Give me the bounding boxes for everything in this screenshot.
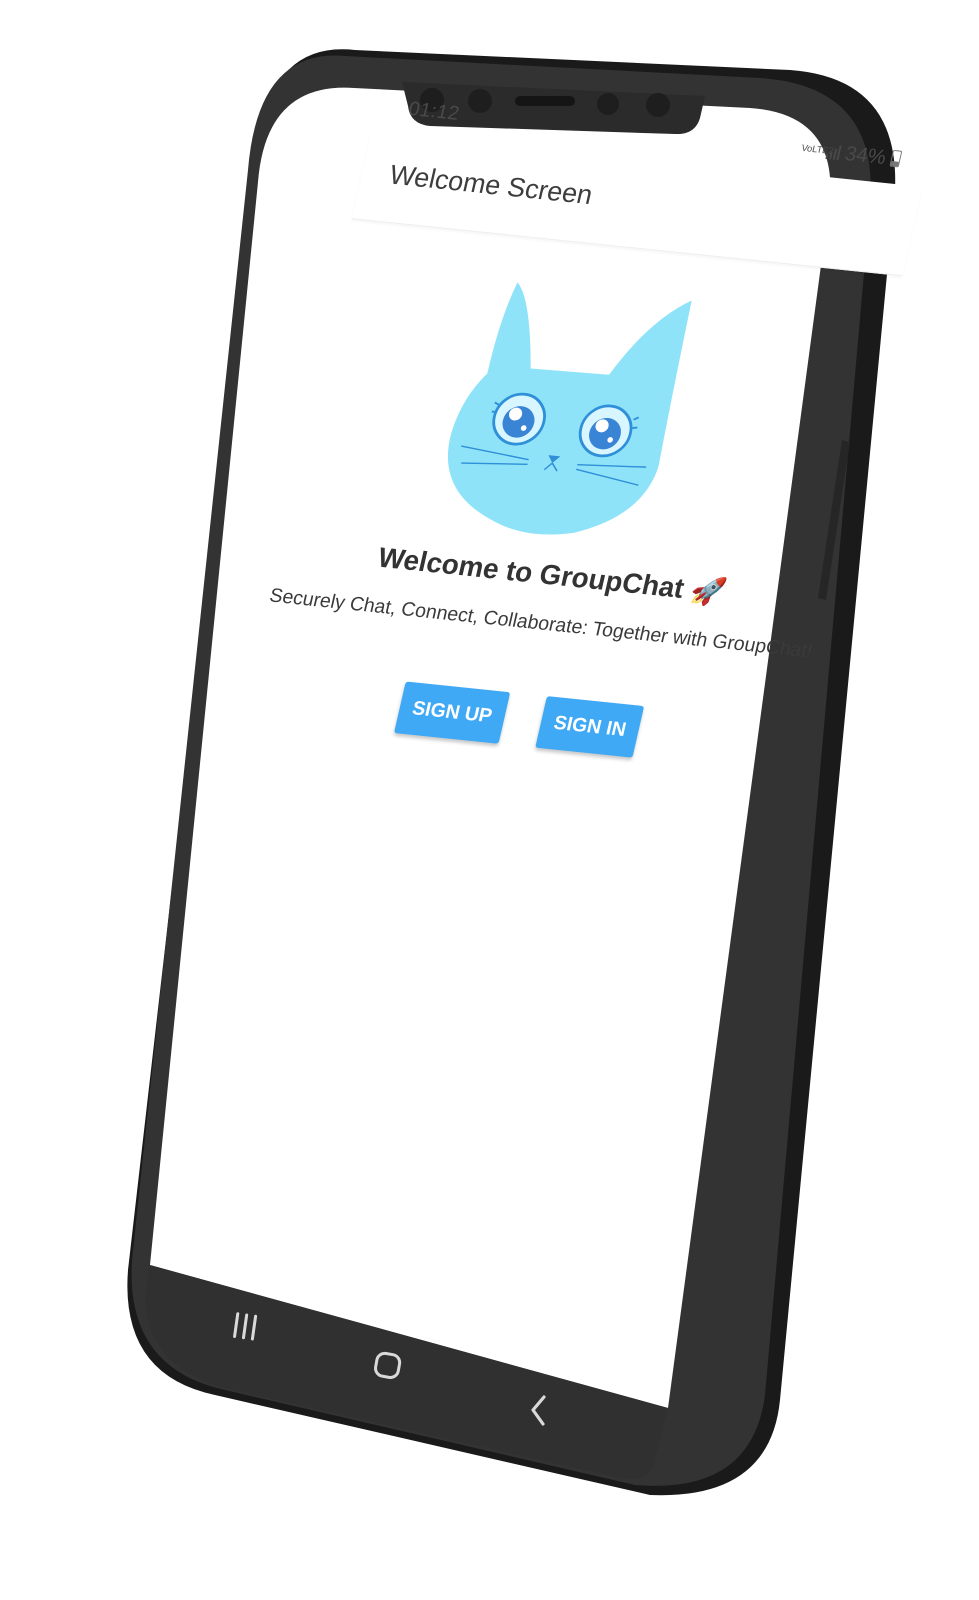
cat-face-icon — [424, 260, 723, 552]
recent-apps-icon[interactable] — [228, 1310, 264, 1344]
status-indicators: VoLTE2 34% — [799, 137, 904, 171]
signal-icon — [825, 144, 842, 161]
battery-percent: 34% — [842, 141, 889, 169]
back-icon[interactable] — [524, 1392, 556, 1428]
battery-icon — [889, 149, 903, 168]
network-label: VoLTE2 — [800, 143, 835, 157]
home-icon[interactable] — [368, 1348, 408, 1384]
auth-buttons: SIGN UP SIGN IN — [238, 665, 800, 774]
app-bar-title: Welcome Screen — [386, 160, 596, 211]
sign-up-button[interactable]: SIGN UP — [393, 681, 511, 744]
device-mockup: 01:12 VoLTE2 34% Welcome Screen Welcome … — [0, 0, 979, 1600]
status-time: 01:12 — [406, 98, 462, 125]
sign-in-button[interactable]: SIGN IN — [535, 696, 645, 758]
